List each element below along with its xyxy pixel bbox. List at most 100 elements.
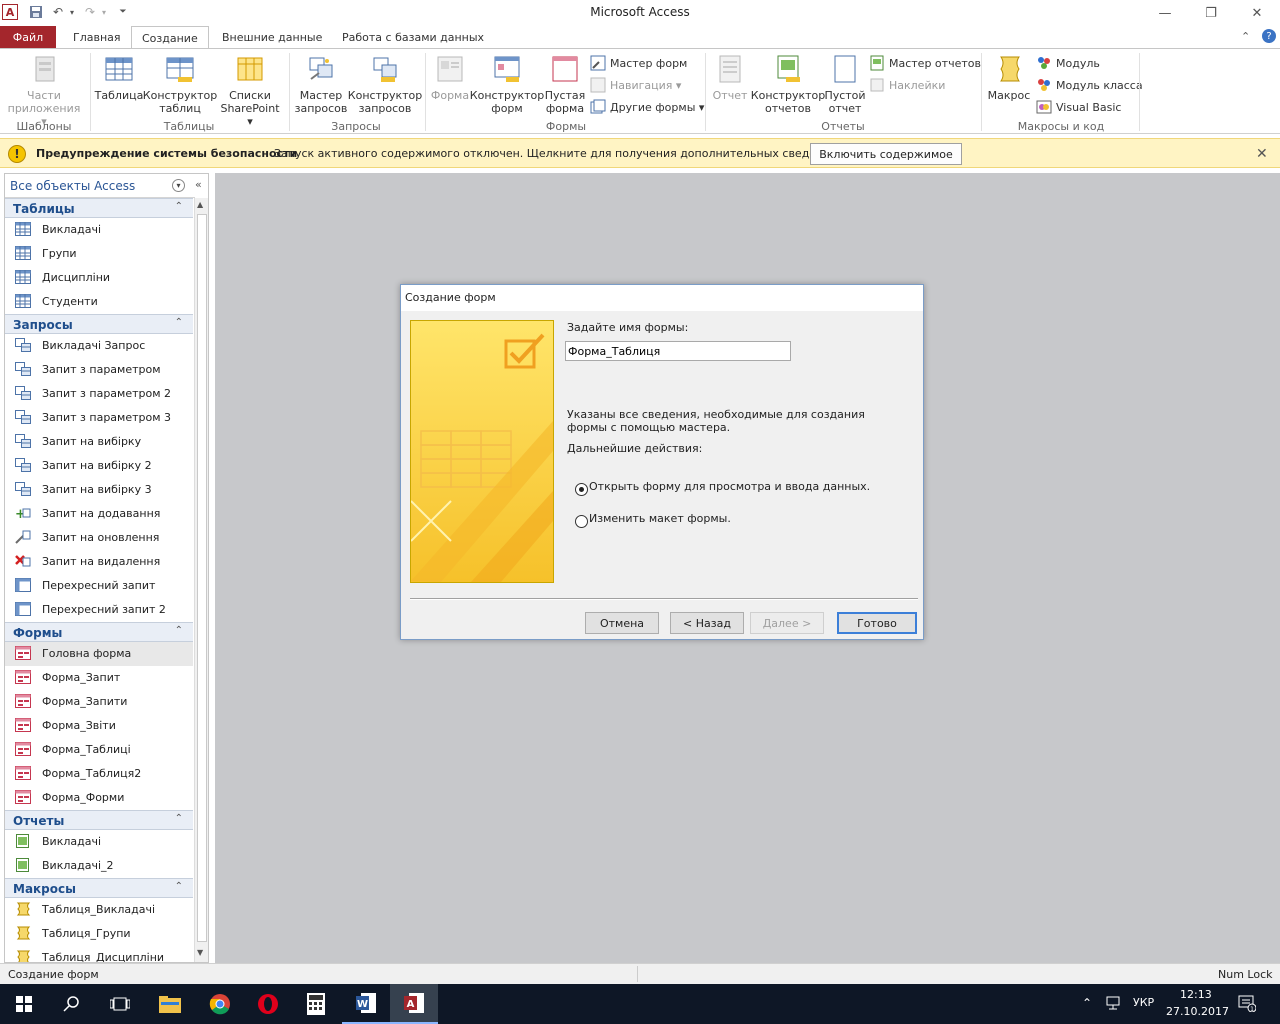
nav-item[interactable]: Групи [5,242,193,266]
back-button[interactable]: < Назад [670,612,744,634]
collapse-section-icon[interactable]: ⌃ [175,813,183,824]
nav-item[interactable]: Запит на вибірку 2 [5,454,193,478]
nav-item[interactable]: Запит на оновлення [5,526,193,550]
query-designer-button[interactable]: Конструктор запросов [348,53,422,115]
nav-item[interactable]: Викладачі_2 [5,854,193,878]
nav-item[interactable]: Таблиця_Групи [5,922,193,946]
tab-file[interactable]: Файл [0,26,56,48]
next-button[interactable]: Далее > [750,612,824,634]
collapse-ribbon-icon[interactable]: ⌃ [1241,30,1250,43]
nav-item[interactable]: Викладачі [5,218,193,242]
report-wizard-button[interactable]: Мастер отчетов [869,53,981,73]
start-icon[interactable] [0,984,48,1024]
labels-button[interactable]: Наклейки [869,75,945,95]
tab-create[interactable]: Создание [131,26,209,49]
nav-item[interactable]: Викладачі Запрос [5,334,193,358]
blank-report-button[interactable]: Пустой отчет [824,53,866,115]
network-icon[interactable] [1106,996,1122,1013]
file-explorer-icon[interactable] [146,984,194,1024]
nav-item[interactable]: Запит на вибірку [5,430,193,454]
query-wizard-button[interactable]: Мастер запросов [292,53,350,115]
nav-item[interactable]: Запит на видалення [5,550,193,574]
report-designer-button[interactable]: Конструктор отчетов [751,53,825,115]
nav-item[interactable]: Форма_Таблиця2 [5,762,193,786]
tab-database-tools[interactable]: Работа с базами данных [332,26,494,48]
nav-item[interactable]: Запит з параметром 3 [5,406,193,430]
nav-header[interactable]: Все объекты Access ▾ [5,174,195,198]
navigation-button[interactable]: Навигация ▾ [590,75,681,95]
nav-item[interactable]: Викладачі [5,830,193,854]
nav-item[interactable]: Дисципліни [5,266,193,290]
nav-item[interactable]: Форма_Форми [5,786,193,810]
class-module-button[interactable]: Модуль класса [1036,75,1143,95]
security-warning-message[interactable]: Запуск активного содержимого отключен. Щ… [274,147,841,160]
close-warning-icon[interactable]: ✕ [1256,146,1268,162]
nav-item[interactable]: Таблиця_Дисципліни [5,946,193,962]
nav-item[interactable]: Перехресний запит [5,574,193,598]
edit-layout-radio-label[interactable]: Изменить макет формы. [589,512,731,525]
nav-item[interactable]: + Запит на додавання [5,502,193,526]
finish-button[interactable]: Готово [837,612,917,634]
application-parts-button[interactable]: Части приложения ▾ [4,53,84,128]
collapse-section-icon[interactable]: ⌃ [175,201,183,212]
nav-item[interactable]: Форма_Звіти [5,714,193,738]
nav-item[interactable]: Запит на вибірку 3 [5,478,193,502]
nav-item[interactable]: Запит з параметром [5,358,193,382]
nav-item[interactable]: Форма_Запити [5,690,193,714]
form-button[interactable]: Форма [428,53,472,102]
collapse-section-icon[interactable]: ⌃ [175,317,183,328]
minimize-icon[interactable]: — [1142,0,1188,26]
task-view-icon[interactable] [96,984,144,1024]
enable-content-button[interactable]: Включить содержимое [810,143,962,165]
access-taskbar-icon[interactable]: A [390,984,438,1024]
nav-section-header[interactable]: Запросы ⌃ [5,314,193,334]
collapse-section-icon[interactable]: ⌃ [175,881,183,892]
blank-form-button[interactable]: Пустая форма [542,53,588,115]
tab-home[interactable]: Главная [63,26,131,48]
open-form-radio[interactable] [575,483,588,496]
scrollbar-thumb[interactable] [197,214,207,942]
nav-item[interactable]: Таблиця_Викладачі [5,898,193,922]
nav-item[interactable]: Головна форма [5,642,193,666]
form-name-input[interactable] [565,341,791,361]
table-button[interactable]: Таблица [94,53,144,102]
notifications-icon[interactable]: 1 [1238,994,1257,1015]
form-wizard-button[interactable]: Мастер форм [590,53,687,73]
restore-icon[interactable]: ❐ [1188,0,1234,26]
table-designer-button[interactable]: Конструктор таблиц [143,53,217,115]
form-designer-button[interactable]: Конструктор форм [470,53,544,115]
chevron-down-icon[interactable]: ▾ [172,179,185,192]
scroll-up-icon[interactable]: ▲ [197,200,203,209]
collapse-section-icon[interactable]: ⌃ [175,625,183,636]
macro-button[interactable]: Макрос [985,53,1033,102]
nav-section-header[interactable]: Отчеты ⌃ [5,810,193,830]
chrome-icon[interactable] [196,984,244,1024]
word-icon[interactable]: W [342,984,390,1024]
nav-scrollbar[interactable]: ▲ ▼ [194,198,208,962]
close-window-icon[interactable]: ✕ [1234,0,1280,26]
collapse-pane-icon[interactable]: « [195,178,202,191]
dialog-title-bar[interactable]: Создание форм [401,285,923,311]
other-forms-button[interactable]: Другие формы ▾ [590,97,704,117]
opera-icon[interactable] [244,984,292,1024]
calculator-icon[interactable] [292,984,340,1024]
module-button[interactable]: Модуль [1036,53,1100,73]
clock-date[interactable]: 27.10.2017 [1166,1005,1229,1018]
tab-external-data[interactable]: Внешние данные [212,26,332,48]
nav-item[interactable]: Запит з параметром 2 [5,382,193,406]
help-icon[interactable]: ? [1262,29,1276,43]
nav-section-header[interactable]: Макросы ⌃ [5,878,193,898]
sharepoint-lists-button[interactable]: Списки SharePoint ▾ [216,53,284,128]
nav-section-header[interactable]: Таблицы ⌃ [5,198,193,218]
nav-section-header[interactable]: Формы ⌃ [5,622,193,642]
cancel-button[interactable]: Отмена [585,612,659,634]
nav-item[interactable]: Форма_Запит [5,666,193,690]
clock-time[interactable]: 12:13 [1180,988,1212,1001]
nav-item[interactable]: Студенти [5,290,193,314]
show-hidden-icons-icon[interactable]: ⌃ [1082,996,1092,1010]
report-button[interactable]: Отчет [708,53,752,102]
nav-item[interactable]: Перехресний запит 2 [5,598,193,622]
edit-layout-radio[interactable] [575,515,588,528]
open-form-radio-label[interactable]: Открыть форму для просмотра и ввода данн… [589,480,870,493]
visual-basic-button[interactable]: Visual Basic [1036,97,1121,117]
